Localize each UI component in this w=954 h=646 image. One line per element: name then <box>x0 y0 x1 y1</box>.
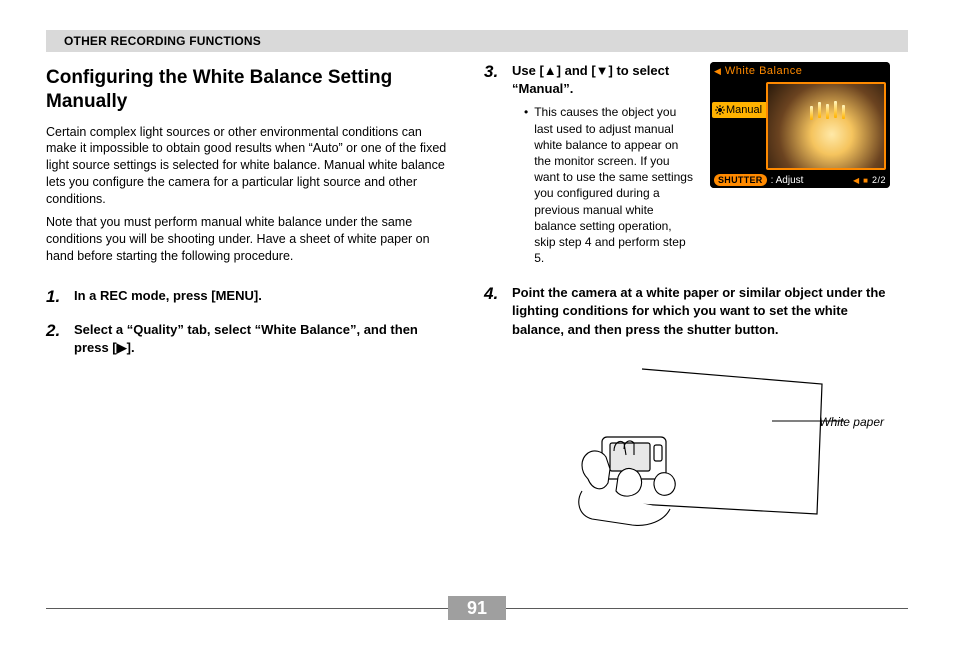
page-title: Configuring the White Balance Setting Ma… <box>46 66 452 114</box>
step-3-row: 3. Use [▲] and [▼] to select “Manual”. •… <box>484 62 890 266</box>
lcd-preview-image <box>766 82 886 170</box>
square-icon: ■ <box>863 176 868 185</box>
footer-rule <box>506 608 908 609</box>
step-number: 3. <box>484 62 504 266</box>
white-paper-illustration: White paper <box>484 359 890 539</box>
triangle-left-icon: ◀ <box>714 66 721 77</box>
lcd-page-indicator: 2/2 <box>872 175 886 185</box>
step-subtext: This causes the object you last used to … <box>534 104 696 266</box>
intro-paragraph-1: Certain complex light sources or other e… <box>46 124 452 208</box>
lcd-title-bar: ◀ White Balance <box>710 62 890 80</box>
illustration-label: White paper <box>819 415 884 429</box>
step-3: 3. Use [▲] and [▼] to select “Manual”. •… <box>484 62 696 266</box>
lcd-title: White Balance <box>725 65 802 77</box>
step-number: 1. <box>46 287 66 307</box>
step-number: 4. <box>484 284 504 339</box>
lcd-bottom-bar: SHUTTER : Adjust ◀ ■ 2/2 <box>710 172 890 188</box>
lcd-body: Manual <box>710 80 890 172</box>
right-column: 3. Use [▲] and [▼] to select “Manual”. •… <box>484 62 890 539</box>
page-number: 91 <box>448 596 506 620</box>
section-header: OTHER RECORDING FUNCTIONS <box>46 30 908 52</box>
camera-lcd-screenshot: ◀ White Balance Manual <box>710 62 890 188</box>
step-4: 4. Point the camera at a white paper or … <box>484 284 890 339</box>
footer-rule <box>46 608 448 609</box>
step-text: Select a “Quality” tab, select “White Ba… <box>74 321 452 357</box>
step-1: 1. In a REC mode, press [MENU]. <box>46 287 452 307</box>
bullet-icon: • <box>524 104 528 266</box>
step-2: 2. Select a “Quality” tab, select “White… <box>46 321 452 357</box>
page-footer: 91 <box>46 596 908 620</box>
step-number: 2. <box>46 321 66 357</box>
two-column-layout: Configuring the White Balance Setting Ma… <box>46 62 908 539</box>
step-text: Use [▲] and [▼] to select “Manual”. <box>512 62 696 98</box>
intro-paragraph-2: Note that you must perform manual white … <box>46 214 452 265</box>
lcd-selected-item: Manual <box>712 102 769 118</box>
step-text: In a REC mode, press [MENU]. <box>74 287 452 305</box>
manual-wb-icon <box>715 105 725 115</box>
triangle-left-icon: ◀ <box>853 176 859 185</box>
step-subnote: • This causes the object you last used t… <box>524 104 696 266</box>
lcd-menu-column <box>710 80 766 172</box>
step-text: Point the camera at a white paper or sim… <box>512 284 890 339</box>
steps-left: 1. In a REC mode, press [MENU]. 2. Selec… <box>46 287 452 357</box>
manual-page: OTHER RECORDING FUNCTIONS Configuring th… <box>0 0 954 646</box>
shutter-pill: SHUTTER <box>714 174 767 186</box>
lcd-selected-label: Manual <box>726 104 762 116</box>
lcd-action-label: : Adjust <box>771 175 804 186</box>
left-column: Configuring the White Balance Setting Ma… <box>46 62 452 539</box>
